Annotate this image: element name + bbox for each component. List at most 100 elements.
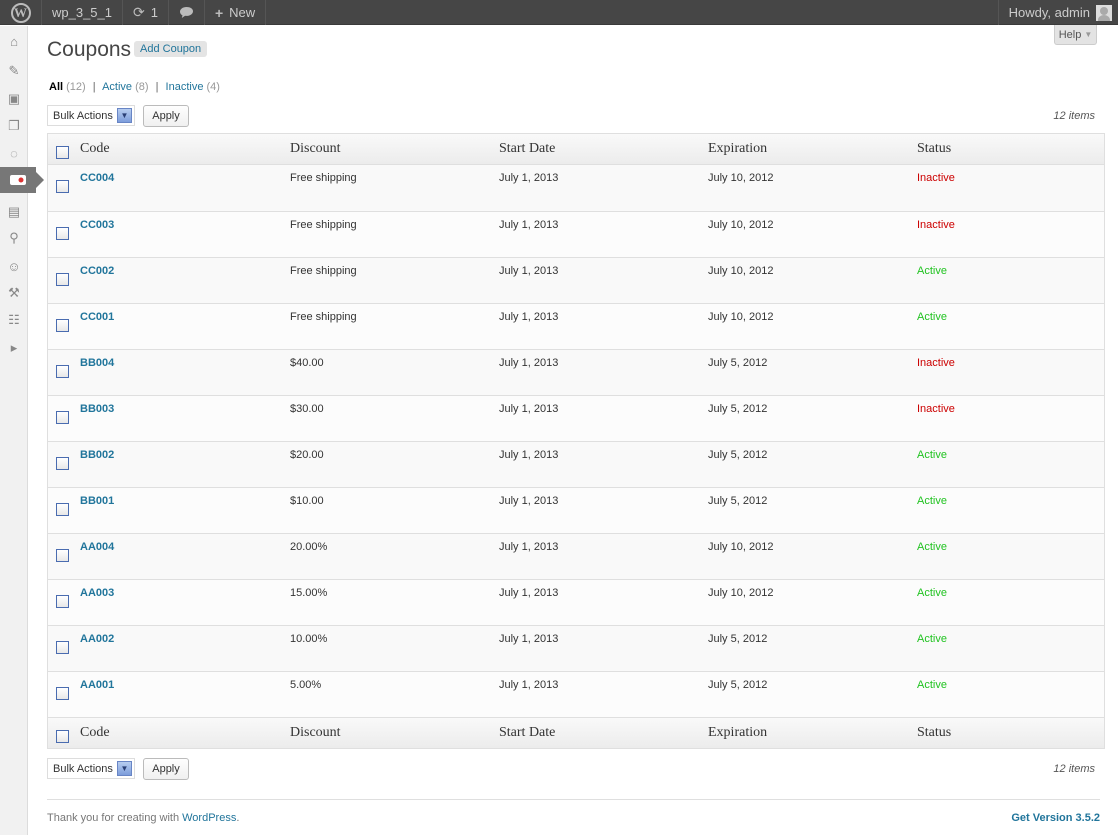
column-header-expiration[interactable]: Expiration [708,725,767,741]
row-checkbox[interactable] [56,549,69,562]
table-row: CC001 Free shipping July 1, 2013 July 10, 2… [48,303,1104,349]
row-checkbox[interactable] [56,273,69,286]
table-row: CC003 Free shipping July 1, 2013 July 10, 2… [48,211,1104,257]
dashboard-icon[interactable]: ⌂ [5,32,23,50]
coupon-code-link[interactable]: CC001 [80,311,114,323]
coupon-start-date: July 1, 2013 [499,403,559,415]
coupon-start-date: July 1, 2013 [499,541,559,553]
table-header: Code Discount Start Date Expiration Stat… [48,134,1104,165]
footer-divider [47,799,1100,800]
coupon-code-link[interactable]: CC003 [80,219,114,231]
coupon-status: Inactive [917,357,955,369]
filter-inactive-count: (4) [206,81,220,93]
add-coupon-button[interactable]: Add Coupon [134,41,208,57]
updates-link[interactable]: ⟳ 1 [123,0,169,25]
page-title: Coupons [47,38,132,61]
coupon-expiration: July 10, 2012 [708,311,774,323]
apply-button[interactable]: Apply [143,758,189,780]
my-account-menu[interactable]: Howdy, admin [997,0,1118,25]
table-row: AA004 20.00% July 1, 2013 July 10, 2012 Acti… [48,533,1104,579]
coupon-code-link[interactable]: CC002 [80,265,114,277]
collapse-icon[interactable]: ▸ [5,339,23,357]
help-tab[interactable]: Help ▼ [1054,25,1097,45]
coupon-expiration: July 5, 2012 [708,633,768,645]
column-header-status[interactable]: Status [917,725,951,741]
new-content-menu[interactable]: + New [205,0,267,25]
coupon-expiration: July 10, 2012 [708,219,774,231]
media-icon[interactable]: ▣ [5,90,23,108]
column-header-discount[interactable]: Discount [290,725,341,741]
coupon-discount: $30.00 [290,403,324,415]
coupon-code-link[interactable]: BB001 [80,495,114,507]
coupon-status: Active [917,679,947,691]
coupon-code-link[interactable]: AA002 [80,633,114,645]
footer-thanks-suffix: . [236,812,240,824]
row-checkbox[interactable] [56,595,69,608]
appearance-icon[interactable]: ▤ [5,203,23,221]
coupon-code-link[interactable]: AA001 [80,679,114,691]
coupon-code-link[interactable]: CC004 [80,172,114,184]
column-header-start-date[interactable]: Start Date [499,141,555,157]
filter-inactive[interactable]: Inactive [166,81,204,93]
coupon-code-link[interactable]: BB003 [80,403,114,415]
coupon-discount: $40.00 [290,357,324,369]
row-checkbox[interactable] [56,411,69,424]
tools-icon[interactable]: ⚒ [5,284,23,302]
pages-icon[interactable]: ❐ [5,117,23,135]
comments-icon[interactable]: ◌ [5,144,23,162]
row-checkbox[interactable] [56,365,69,378]
row-checkbox[interactable] [56,641,69,654]
users-icon[interactable]: ☺ [5,257,23,275]
column-header-expiration[interactable]: Expiration [708,141,767,157]
filter-all-count: (12) [66,81,86,93]
bulk-actions-select[interactable]: Bulk Actions ▼ [47,105,135,126]
coupon-expiration: July 5, 2012 [708,403,768,415]
row-checkbox[interactable] [56,503,69,516]
coupon-code-link[interactable]: AA003 [80,587,114,599]
row-checkbox[interactable] [56,457,69,470]
chevron-down-icon: ▼ [1084,30,1093,39]
table-row: AA001 5.00% July 1, 2013 July 5, 2012 Active [48,671,1104,717]
coupon-status: Active [917,541,947,553]
help-label: Help [1058,28,1082,41]
wordpress-logo-menu[interactable]: W [0,0,42,25]
coupon-code-link[interactable]: BB002 [80,449,114,461]
select-all-checkbox[interactable] [56,146,69,159]
admin-menu: ⌂ ✎ ▣ ❐ ◌ ▤ ⚲ ☺ ⚒ ☷ ▸ [0,26,44,835]
site-name-link[interactable]: wp_3_5_1 [42,0,123,25]
column-header-code[interactable]: Code [80,725,110,741]
table-row: BB003 $30.00 July 1, 2013 July 5, 2012 Inact… [48,395,1104,441]
coupons-icon[interactable] [0,167,44,193]
column-header-discount[interactable]: Discount [290,141,341,157]
wordpress-logo-icon: W [10,2,31,23]
wordpress-link[interactable]: WordPress [182,812,236,824]
table-row: CC004 Free shipping July 1, 2013 July 10, 2… [48,165,1104,211]
settings-icon[interactable]: ☷ [5,311,23,329]
row-checkbox[interactable] [56,227,69,240]
row-checkbox[interactable] [56,687,69,700]
column-header-code[interactable]: Code [80,141,110,157]
filter-active[interactable]: Active [102,81,132,93]
select-all-checkbox[interactable] [56,730,69,743]
coupon-status: Active [917,449,947,461]
bulk-actions-select[interactable]: Bulk Actions ▼ [47,758,135,779]
plugins-icon[interactable]: ⚲ [5,229,23,247]
posts-icon[interactable]: ✎ [5,62,23,80]
comments-link[interactable] [169,0,205,25]
column-header-start-date[interactable]: Start Date [499,725,555,741]
filter-active-count: (8) [135,81,149,93]
coupon-expiration: July 5, 2012 [708,449,768,461]
coupon-expiration: July 10, 2012 [708,541,774,553]
row-checkbox[interactable] [56,180,69,193]
filter-all[interactable]: All [49,81,63,93]
bulk-actions-label: Bulk Actions [53,762,113,775]
coupon-code-link[interactable]: BB004 [80,357,114,369]
column-header-status[interactable]: Status [917,141,951,157]
table-row: BB002 $20.00 July 1, 2013 July 5, 2012 Activ… [48,441,1104,487]
row-checkbox[interactable] [56,319,69,332]
coupon-code-link[interactable]: AA004 [80,541,114,553]
get-version-link[interactable]: Get Version 3.5.2 [1011,812,1100,824]
coupon-expiration: July 5, 2012 [708,495,768,507]
apply-button[interactable]: Apply [143,105,189,127]
coupon-expiration: July 5, 2012 [708,357,768,369]
